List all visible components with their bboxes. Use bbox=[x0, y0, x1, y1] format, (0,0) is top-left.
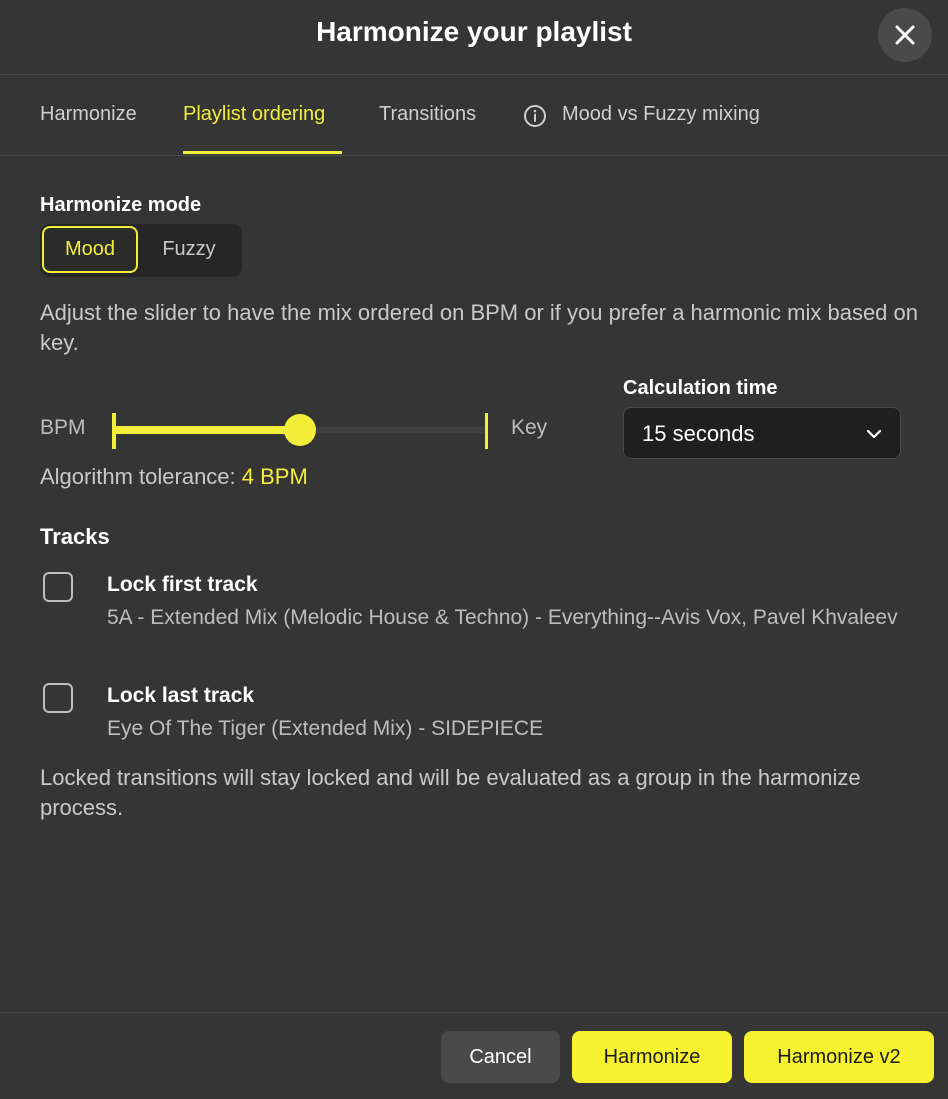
tab-playlist-ordering[interactable]: Playlist ordering bbox=[183, 103, 325, 126]
calculation-time-value: 15 seconds bbox=[642, 421, 755, 446]
slider-thumb[interactable] bbox=[284, 414, 316, 446]
algorithm-tolerance: Algorithm tolerance: 4 BPM bbox=[40, 464, 308, 490]
harmonize-button[interactable]: Harmonize bbox=[572, 1031, 732, 1083]
calculation-time-label: Calculation time bbox=[623, 377, 778, 399]
tolerance-label: Algorithm tolerance: bbox=[40, 464, 236, 489]
tab-bar: Harmonize Playlist ordering Transitions … bbox=[0, 75, 948, 156]
slider-right-label: Key bbox=[511, 416, 548, 439]
harmonize-mode-toggle: Mood Fuzzy bbox=[40, 224, 242, 277]
dialog-title: Harmonize your playlist bbox=[316, 16, 632, 47]
lock-last-track-title: Lock last track bbox=[107, 684, 255, 707]
info-icon bbox=[524, 105, 546, 127]
tab-mood-vs-fuzzy[interactable]: Mood vs Fuzzy mixing bbox=[562, 103, 760, 126]
cancel-button[interactable]: Cancel bbox=[441, 1031, 560, 1083]
slider-max-marker bbox=[485, 413, 488, 449]
slider-fill bbox=[114, 426, 300, 434]
harmonize-mode-label: Harmonize mode bbox=[40, 194, 202, 216]
harmonize-dialog: Harmonize your playlist Harmonize Playli… bbox=[0, 0, 948, 1098]
close-button[interactable] bbox=[878, 8, 932, 62]
lock-last-track-subtitle: Eye Of The Tiger (Extended Mix) - SIDEPI… bbox=[107, 717, 544, 740]
lock-first-track-title: Lock first track bbox=[107, 573, 258, 596]
ordering-description: Adjust the slider to have the mix ordere… bbox=[40, 300, 918, 355]
lock-last-track-checkbox[interactable] bbox=[43, 683, 73, 713]
calculation-time-select[interactable]: 15 seconds bbox=[623, 407, 901, 459]
lock-first-track-checkbox[interactable] bbox=[43, 572, 73, 602]
tracks-heading: Tracks bbox=[40, 524, 110, 549]
dialog-header: Harmonize your playlist bbox=[0, 0, 948, 75]
harmonize-v2-button[interactable]: Harmonize v2 bbox=[744, 1031, 934, 1083]
slider-left-label: BPM bbox=[40, 416, 86, 439]
chevron-down-icon bbox=[866, 429, 882, 439]
tab-harmonize[interactable]: Harmonize bbox=[40, 103, 137, 126]
tolerance-value: 4 BPM bbox=[241, 464, 308, 489]
close-icon bbox=[895, 25, 915, 45]
tab-transitions[interactable]: Transitions bbox=[379, 103, 476, 126]
active-tab-indicator bbox=[183, 151, 342, 154]
mode-option-mood[interactable]: Mood bbox=[42, 226, 138, 273]
locked-transitions-note: Locked transitions will stay locked and … bbox=[40, 765, 861, 820]
lock-first-track-subtitle: 5A - Extended Mix (Melodic House & Techn… bbox=[107, 606, 898, 629]
mode-option-fuzzy[interactable]: Fuzzy bbox=[140, 226, 238, 273]
dialog-footer: Cancel Harmonize Harmonize v2 bbox=[0, 1012, 948, 1099]
